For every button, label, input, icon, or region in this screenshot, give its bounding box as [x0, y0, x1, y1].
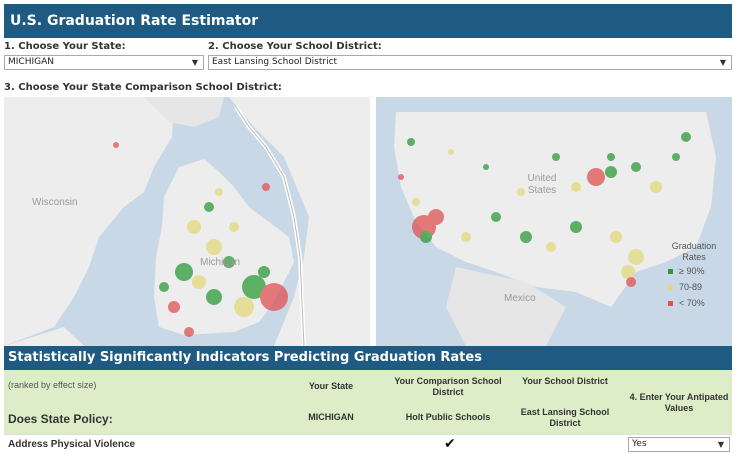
col-comparison: Your Comparison School District: [394, 376, 502, 397]
indicators-table-header: [4, 370, 732, 434]
state-select[interactable]: MICHIGAN ▼: [4, 55, 204, 70]
map-label-mexico: Mexico: [504, 293, 536, 304]
value-your-state: MICHIGAN: [308, 412, 354, 422]
map-label-michigan: Michigan: [200, 257, 241, 268]
comparison-label: 3. Choose Your State Comparison School D…: [4, 82, 282, 93]
national-map-canvas: [376, 97, 732, 346]
district-select[interactable]: East Lansing School District ▼: [208, 55, 732, 70]
district-label: 2. Choose Your School District:: [208, 41, 382, 52]
state-map[interactable]: Wisconsin Michigan: [4, 97, 370, 346]
table-row: Address Physical Violence ✔ Yes ▼: [4, 434, 732, 454]
state-map-canvas: [4, 97, 370, 346]
legend-label-mid: 70-89: [679, 282, 703, 292]
chevron-down-icon: ▼: [191, 58, 198, 67]
chevron-down-icon: ▼: [719, 58, 726, 67]
legend-item-mid: 70-89: [668, 282, 702, 292]
legend-swatch-high: [668, 269, 673, 275]
district-select-value: East Lansing School District: [212, 57, 338, 67]
indicators-title: Statistically Significantly Indicators P…: [8, 350, 482, 365]
legend-label-low: < 70%: [679, 298, 705, 308]
legend-title: Graduation Rates: [671, 241, 717, 262]
value-your-district: East Lansing School District: [520, 407, 610, 428]
col-your-district: Your School District: [522, 376, 608, 386]
legend-item-high: ≥ 90%: [668, 266, 704, 276]
legend-label-high: ≥ 90%: [679, 266, 705, 276]
ranked-note: (ranked by effect size): [8, 380, 97, 390]
legend-item-low: < 70%: [668, 298, 705, 308]
state-select-value: MICHIGAN: [8, 57, 54, 67]
value-select[interactable]: Yes ▼: [628, 437, 730, 452]
chevron-down-icon: ▼: [717, 440, 724, 449]
value-select-value: Yes: [632, 439, 647, 449]
map-label-wisconsin: Wisconsin: [32, 197, 78, 208]
row-label: Address Physical Violence: [8, 439, 136, 450]
legend-swatch-mid: [668, 285, 673, 291]
app-banner: U.S. Graduation Rate Estimator: [4, 4, 732, 38]
value-comparison: Holt Public Schools: [405, 412, 491, 422]
state-label: 1. Choose Your State:: [4, 41, 126, 52]
legend-swatch-low: [668, 301, 673, 307]
col-your-state: Your State: [308, 381, 354, 391]
checkmark-icon: ✔: [444, 436, 456, 452]
map-label-united-states: United States: [527, 173, 557, 196]
policy-heading: Does State Policy:: [8, 412, 113, 426]
indicators-header: Statistically Significantly Indicators P…: [4, 346, 732, 370]
col-enter-values: 4. Enter Your Antipated Values: [629, 392, 729, 413]
app-title: U.S. Graduation Rate Estimator: [10, 13, 259, 29]
national-map[interactable]: United States Mexico Graduation Rates ≥ …: [376, 97, 732, 346]
